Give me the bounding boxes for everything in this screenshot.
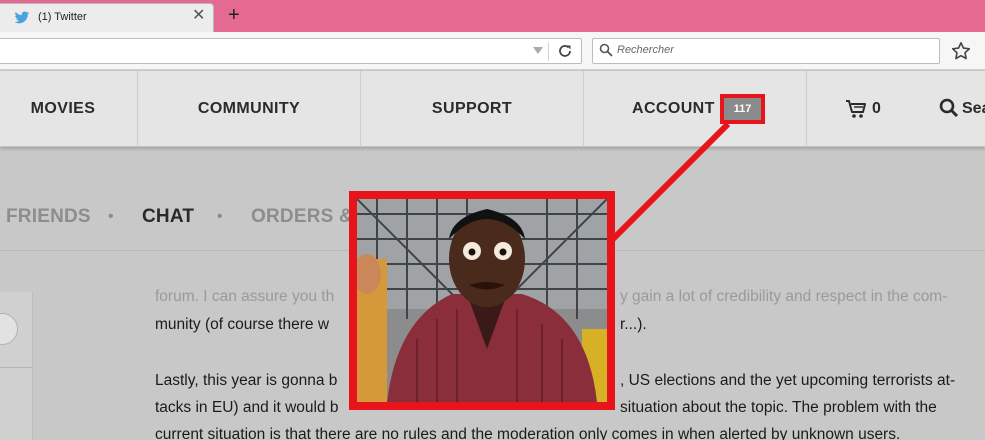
text-line: tacks in EU) and it would b bbox=[155, 399, 339, 416]
subnav-separator: • bbox=[217, 208, 223, 225]
url-dropdown-icon[interactable] bbox=[533, 47, 543, 54]
cart-count[interactable]: 0 bbox=[872, 100, 881, 118]
browser-tab[interactable]: (1) Twitter ✕ bbox=[0, 3, 214, 32]
subnav-chat[interactable]: CHAT bbox=[142, 206, 194, 228]
site-nav: MOVIES COMMUNITY SUPPORT ACCOUNT bbox=[0, 71, 985, 147]
text-line: situation about the topic. The problem w… bbox=[620, 399, 937, 416]
magnifier-icon bbox=[599, 43, 613, 57]
nav-divider bbox=[806, 71, 807, 147]
tab-title: (1) Twitter bbox=[38, 11, 87, 23]
search-icon[interactable] bbox=[939, 98, 959, 118]
nav-community[interactable]: COMMUNITY bbox=[138, 71, 360, 147]
nav-search-label[interactable]: Sea bbox=[962, 100, 985, 118]
browser-tab-strip: (1) Twitter ✕ + bbox=[0, 0, 985, 32]
url-separator bbox=[548, 42, 549, 61]
nav-movies[interactable]: MOVIES bbox=[0, 71, 138, 147]
cart-icon[interactable] bbox=[845, 99, 867, 119]
url-bar[interactable] bbox=[0, 38, 582, 64]
browser-search-field[interactable]: Rechercher bbox=[592, 38, 940, 64]
nav-support[interactable]: SUPPORT bbox=[361, 71, 583, 147]
reload-icon[interactable] bbox=[557, 43, 573, 59]
subnav-separator: • bbox=[108, 208, 114, 225]
browser-toolbar: Rechercher bbox=[0, 32, 985, 70]
reaction-image bbox=[349, 191, 615, 410]
search-placeholder: Rechercher bbox=[617, 44, 674, 56]
text-line: Lastly, this year is gonna b bbox=[155, 372, 338, 389]
text-line: y gain a lot of credibility and respect … bbox=[620, 288, 948, 305]
text-line: current situation is that there are no r… bbox=[155, 426, 901, 440]
new-tab-button[interactable]: + bbox=[228, 5, 240, 25]
reaction-photo bbox=[357, 199, 607, 402]
text-line: r...). bbox=[620, 316, 647, 333]
text-line: , US elections and the yet upcoming terr… bbox=[620, 372, 956, 389]
star-icon[interactable] bbox=[951, 41, 971, 61]
text-line: forum. I can assure you th bbox=[155, 288, 335, 305]
side-divider bbox=[0, 367, 33, 368]
twitter-bird-icon bbox=[14, 11, 30, 24]
close-tab-icon[interactable]: ✕ bbox=[192, 8, 205, 24]
subnav-friends[interactable]: FRIENDS bbox=[6, 206, 91, 228]
text-line: munity (of course there w bbox=[155, 316, 330, 333]
account-notification-badge[interactable]: 117 bbox=[720, 94, 765, 124]
